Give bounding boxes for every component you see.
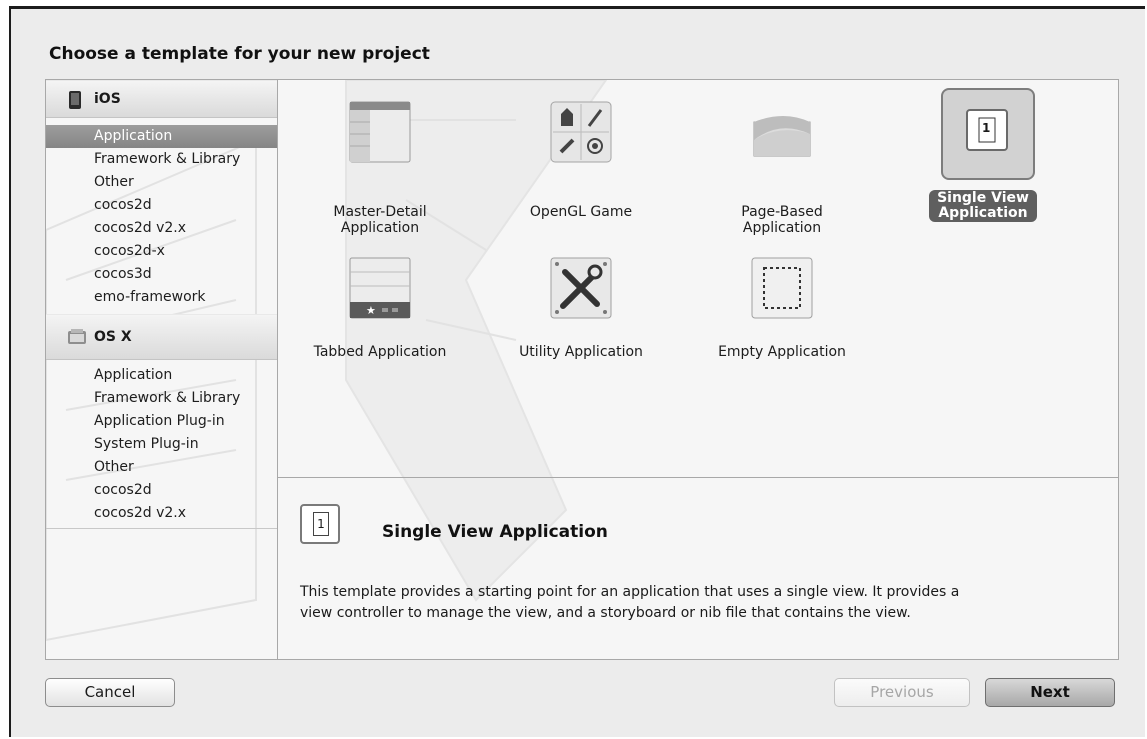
template-label: Page-Based Application: [741, 204, 823, 236]
master-detail-icon: [348, 100, 412, 164]
template-single-view[interactable]: 1 Single View Application: [893, 88, 1073, 248]
sidebar-item-osx-cocos2d[interactable]: cocos2d: [46, 479, 277, 502]
previous-button[interactable]: Previous: [834, 678, 970, 707]
template-tabbed[interactable]: ★ Tabbed Application: [290, 252, 470, 382]
sidebar-item-ios-cocos3d[interactable]: cocos3d: [46, 263, 277, 286]
sidebar-item-ios-framework-library[interactable]: Framework & Library: [46, 148, 277, 171]
sidebar-item-osx-cocos2d-v2x[interactable]: cocos2d v2.x: [46, 502, 277, 525]
description-title: Single View Application: [382, 522, 608, 542]
sidebar-item-osx-system-plugin[interactable]: System Plug-in: [46, 433, 277, 456]
template-grid: Master-Detail Application OpenGL Game Pa…: [278, 80, 1118, 478]
template-utility[interactable]: Utility Application: [491, 252, 671, 382]
template-opengl-game[interactable]: OpenGL Game: [491, 94, 671, 244]
template-label: Tabbed Application: [313, 344, 447, 360]
finder-icon: [68, 329, 86, 349]
sidebar-item-ios-other[interactable]: Other: [46, 171, 277, 194]
opengl-game-icon: [549, 100, 613, 164]
single-view-icon: 1: [941, 88, 1035, 180]
single-view-small-icon-number: 1: [313, 512, 329, 536]
sidebar-group-osx[interactable]: OS X: [46, 314, 277, 360]
template-label: Utility Application: [519, 344, 643, 360]
tabbed-icon: ★: [348, 256, 412, 320]
platform-sidebar: iOS Application Framework & Library Othe…: [46, 80, 278, 659]
template-page-based[interactable]: Page-Based Application: [692, 94, 872, 244]
template-label: Master-Detail Application: [333, 204, 427, 236]
sidebar-group-ios-label: iOS: [94, 91, 121, 107]
template-label: Empty Application: [718, 344, 846, 360]
description-line-1: This template provides a starting point …: [300, 584, 960, 600]
description-text: This template provides a starting point …: [300, 582, 1100, 624]
sidebar-item-ios-application[interactable]: Application: [46, 125, 277, 148]
sidebar-item-osx-application-plugin[interactable]: Application Plug-in: [46, 410, 277, 433]
utility-icon: [549, 256, 613, 320]
sidebar-divider: [46, 528, 277, 529]
dialog-title: Choose a template for your new project: [49, 44, 430, 64]
sidebar-group-osx-label: OS X: [94, 329, 132, 345]
iphone-icon: [68, 91, 82, 113]
cancel-button[interactable]: Cancel: [45, 678, 175, 707]
template-empty[interactable]: Empty Application: [692, 252, 872, 382]
description-line-2: view controller to manage the view, and …: [300, 605, 911, 621]
sidebar-item-osx-other[interactable]: Other: [46, 456, 277, 479]
sidebar-group-ios[interactable]: iOS: [46, 80, 277, 118]
single-view-small-icon: 1: [300, 504, 340, 544]
template-label: Single View Application: [893, 190, 1073, 222]
sidebar-item-ios-cocos2d-v2x[interactable]: cocos2d v2.x: [46, 217, 277, 240]
template-description: 1 Single View Application This template …: [278, 478, 1118, 659]
next-button[interactable]: Next: [985, 678, 1115, 707]
empty-application-icon: [750, 256, 814, 320]
page-based-icon: [750, 100, 814, 164]
template-master-detail[interactable]: Master-Detail Application: [290, 94, 470, 244]
svg-text:★: ★: [366, 304, 376, 317]
sidebar-item-osx-framework-library[interactable]: Framework & Library: [46, 387, 277, 410]
template-chooser-panel: iOS Application Framework & Library Othe…: [45, 79, 1119, 660]
sidebar-item-ios-emo-framework[interactable]: emo-framework: [46, 286, 277, 309]
sidebar-item-ios-cocos2d[interactable]: cocos2d: [46, 194, 277, 217]
single-view-icon-number: 1: [982, 121, 991, 135]
sidebar-item-osx-application[interactable]: Application: [46, 364, 277, 387]
template-label: OpenGL Game: [529, 204, 633, 220]
sidebar-item-ios-cocos2d-x[interactable]: cocos2d-x: [46, 240, 277, 263]
